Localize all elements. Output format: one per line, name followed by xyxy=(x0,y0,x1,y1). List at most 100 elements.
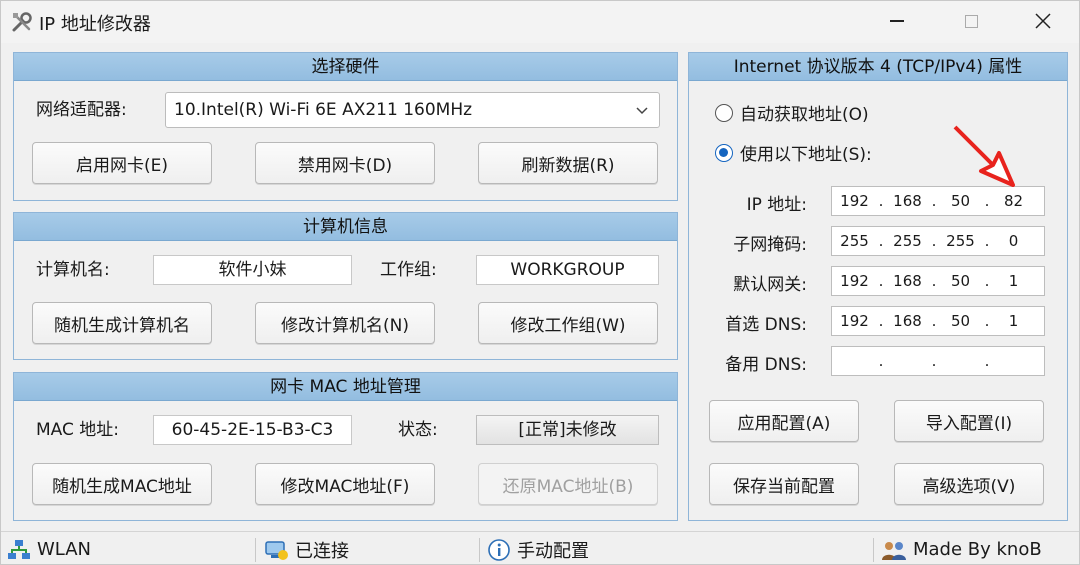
mac-group: 网卡 MAC 地址管理 MAC 地址: 60-45-2E-15-B3-C3 状态… xyxy=(13,372,678,521)
advanced-options-button[interactable]: 高级选项(V) xyxy=(894,463,1044,505)
ip-octet: 82 xyxy=(1003,192,1024,210)
close-icon xyxy=(1035,13,1051,29)
dns2-input[interactable]: . . . xyxy=(831,346,1045,376)
random-mac-button[interactable]: 随机生成MAC地址 xyxy=(32,463,212,505)
dns1-input[interactable]: 192. 168. 50. 1 xyxy=(831,306,1045,336)
adapter-value: 10.Intel(R) Wi-Fi 6E AX211 160MHz xyxy=(174,100,473,120)
minimize-button[interactable] xyxy=(867,1,927,41)
ip-dot: . xyxy=(878,352,884,370)
ip-dot: . xyxy=(931,272,937,290)
status-bar: WLAN 已连接 手动配置 Made By knoB xyxy=(1,531,1079,564)
radio-auto-address[interactable]: 自动获取地址(O) xyxy=(715,100,869,125)
dns1-octet: 1 xyxy=(1008,312,1019,330)
subnet-mask-input[interactable]: 255. 255. 255. 0 xyxy=(831,226,1045,256)
maximize-button[interactable] xyxy=(941,1,1001,41)
arrow-icon xyxy=(953,125,1015,187)
workgroup-field[interactable]: WORKGROUP xyxy=(476,255,659,285)
workgroup-label: 工作组: xyxy=(380,260,437,280)
connection-status: 已连接 xyxy=(295,540,349,562)
minimize-icon xyxy=(890,20,904,22)
gateway-label: 默认网关: xyxy=(733,275,807,295)
chevron-down-icon xyxy=(636,107,648,115)
modify-workgroup-button[interactable]: 修改工作组(W) xyxy=(478,302,658,344)
connected-icon xyxy=(265,540,288,560)
mac-status-badge: [正常]未修改 xyxy=(476,415,659,445)
window-title: IP 地址修改器 xyxy=(39,14,151,35)
modify-computer-name-button[interactable]: 修改计算机名(N) xyxy=(255,302,435,344)
enable-adapter-button[interactable]: 启用网卡(E) xyxy=(32,142,212,184)
refresh-data-button[interactable]: 刷新数据(R) xyxy=(478,142,658,184)
ip-dot: . xyxy=(931,352,937,370)
radio-manual-circle[interactable] xyxy=(715,143,733,162)
computer-name-label: 计算机名: xyxy=(36,260,110,280)
maximize-icon xyxy=(964,14,978,28)
restore-mac-button[interactable]: 还原MAC地址(B) xyxy=(478,463,658,505)
ip-dot: . xyxy=(984,232,990,250)
status-connection: 已连接 xyxy=(263,532,349,564)
ip-dot: . xyxy=(878,312,884,330)
status-separator xyxy=(479,538,480,562)
status-separator xyxy=(873,538,874,562)
adapter-label: 网络适配器: xyxy=(36,100,127,120)
mask-octet: 255 xyxy=(893,232,922,250)
dns2-label: 备用 DNS: xyxy=(725,355,807,375)
dns1-octet: 168 xyxy=(893,312,922,330)
ip-dot: . xyxy=(984,272,990,290)
close-button[interactable] xyxy=(1013,1,1073,41)
apply-config-button[interactable]: 应用配置(A) xyxy=(709,400,859,442)
ip-dot: . xyxy=(931,232,937,250)
mask-octet: 0 xyxy=(1008,232,1019,250)
title-bar[interactable]: IP 地址修改器 xyxy=(1,1,1079,43)
ip-address-label: IP 地址: xyxy=(746,195,807,215)
mask-octet: 255 xyxy=(840,232,869,250)
gateway-octet: 168 xyxy=(893,272,922,290)
ip-dot: . xyxy=(878,192,884,210)
disable-adapter-button[interactable]: 禁用网卡(D) xyxy=(255,142,435,184)
dns1-octet: 50 xyxy=(950,312,971,330)
ip-dot: . xyxy=(984,352,990,370)
mac-status-label: 状态: xyxy=(398,420,438,440)
mac-header: 网卡 MAC 地址管理 xyxy=(14,373,677,401)
ip-dot: . xyxy=(984,192,990,210)
info-icon xyxy=(488,538,510,561)
computer-group: 计算机信息 计算机名: 软件小妹 工作组: WORKGROUP 随机生成计算机名… xyxy=(13,212,678,360)
hardware-group: 选择硬件 网络适配器: 10.Intel(R) Wi-Fi 6E AX211 1… xyxy=(13,52,678,201)
computer-body: 计算机名: 软件小妹 工作组: WORKGROUP 随机生成计算机名 修改计算机… xyxy=(14,241,677,359)
status-separator xyxy=(255,538,256,562)
ip-dot: . xyxy=(931,312,937,330)
gateway-octet: 1 xyxy=(1008,272,1019,290)
gateway-input[interactable]: 192. 168. 50. 1 xyxy=(831,266,1045,296)
hardware-body: 网络适配器: 10.Intel(R) Wi-Fi 6E AX211 160MHz… xyxy=(14,81,677,200)
status-author: Made By knoB xyxy=(881,532,1042,564)
mac-address-field[interactable]: 60-45-2E-15-B3-C3 xyxy=(153,415,352,445)
ip-dot: . xyxy=(878,272,884,290)
ip-dot: . xyxy=(984,312,990,330)
modify-mac-button[interactable]: 修改MAC地址(F) xyxy=(255,463,435,505)
config-mode: 手动配置 xyxy=(517,540,589,562)
gateway-octet: 50 xyxy=(950,272,971,290)
ip-octet: 168 xyxy=(893,192,922,210)
ip-dot: . xyxy=(878,232,884,250)
save-config-button[interactable]: 保存当前配置 xyxy=(709,463,859,505)
dns1-label: 首选 DNS: xyxy=(725,315,807,335)
random-computer-name-button[interactable]: 随机生成计算机名 xyxy=(32,302,212,344)
author-text: Made By knoB xyxy=(913,539,1042,560)
radio-auto-label: 自动获取地址(O) xyxy=(740,105,869,125)
status-network: WLAN xyxy=(7,532,92,564)
mac-address-label: MAC 地址: xyxy=(36,420,119,440)
tcpip-header: Internet 协议版本 4 (TCP/IPv4) 属性 xyxy=(689,53,1067,81)
network-name: WLAN xyxy=(37,539,92,560)
radio-manual-address[interactable]: 使用以下地址(S): xyxy=(715,140,872,165)
import-config-button[interactable]: 导入配置(I) xyxy=(894,400,1044,442)
ip-octet: 192 xyxy=(840,192,869,210)
mask-octet: 255 xyxy=(946,232,975,250)
ip-octet: 50 xyxy=(950,192,971,210)
users-icon xyxy=(882,541,906,560)
computer-name-field[interactable]: 软件小妹 xyxy=(153,255,352,285)
hardware-header: 选择硬件 xyxy=(14,53,677,81)
mac-body: MAC 地址: 60-45-2E-15-B3-C3 状态: [正常]未修改 随机… xyxy=(14,401,677,520)
radio-auto-circle[interactable] xyxy=(715,103,733,122)
status-mode: 手动配置 xyxy=(487,532,589,564)
radio-manual-label: 使用以下地址(S): xyxy=(740,145,872,165)
adapter-select[interactable]: 10.Intel(R) Wi-Fi 6E AX211 160MHz xyxy=(165,92,660,128)
